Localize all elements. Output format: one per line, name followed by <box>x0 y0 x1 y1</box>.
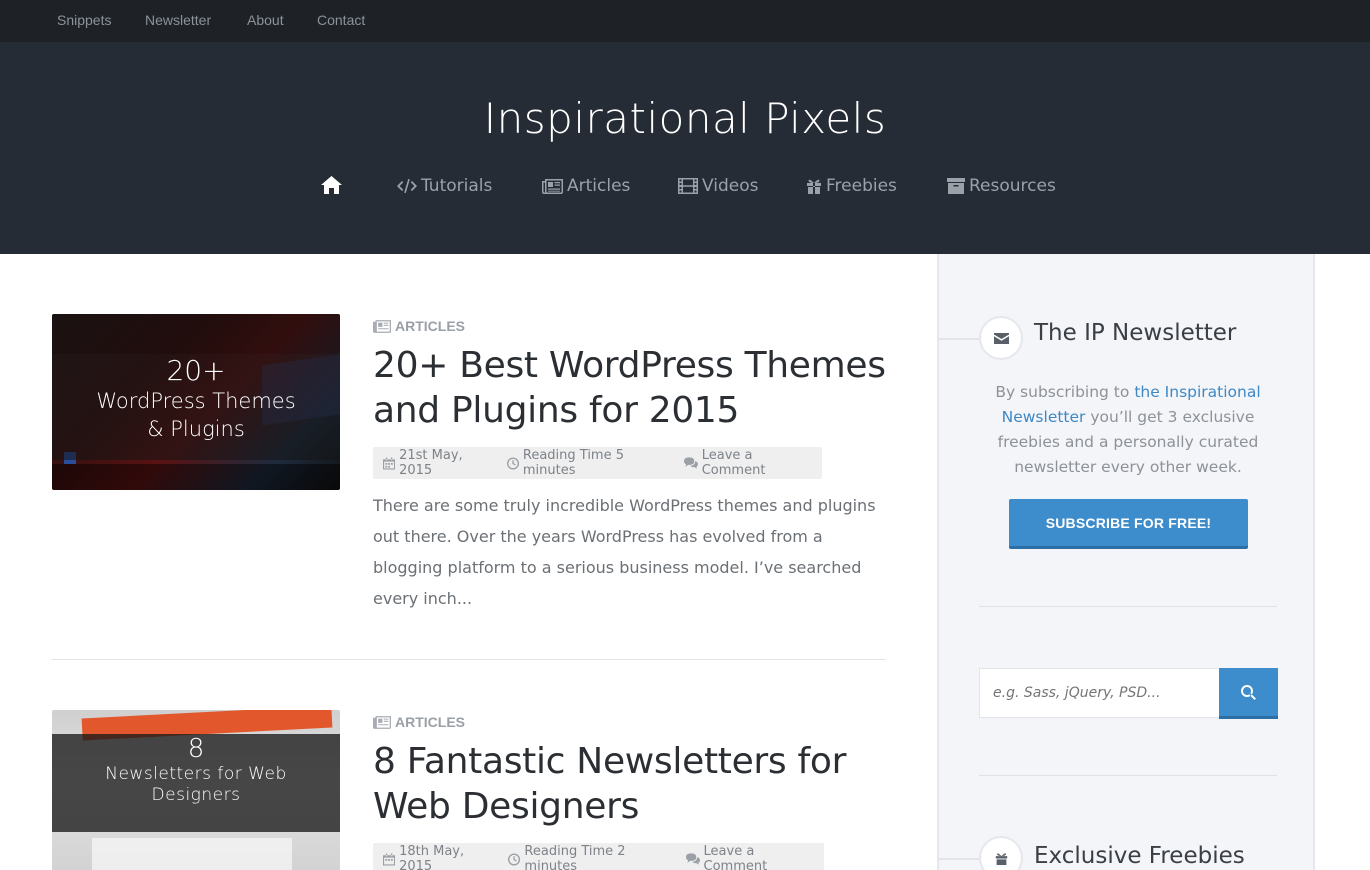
subscribe-button[interactable]: SUBSCRIBE FOR FREE! <box>1009 499 1248 549</box>
archive-icon <box>947 178 965 194</box>
post-reading-time: Reading Time 2 minutes <box>508 844 671 870</box>
thumbnail-caption-line: WordPress Themes <box>96 389 296 413</box>
code-icon <box>397 179 417 193</box>
search-input[interactable] <box>979 668 1219 718</box>
newspaper-icon <box>373 715 391 729</box>
post-divider <box>52 659 886 660</box>
post-excerpt: There are some truly incredible WordPres… <box>373 496 876 608</box>
thumbnail-caption-big: 8 <box>187 734 205 764</box>
post-comment-text: Leave a Comment <box>701 448 766 478</box>
thumbnail-backdrop <box>92 838 292 870</box>
comments-icon <box>685 853 700 865</box>
comments-icon <box>683 457 698 469</box>
post-date: 18th May, 2015 <box>383 844 494 870</box>
widget-connector <box>939 858 979 860</box>
newsletter-heading: The IP Newsletter <box>1034 320 1237 346</box>
post-reading-time-text: Reading Time 5 minutes <box>522 448 624 478</box>
thumbnail-caption-line: Newsletters for Web <box>105 764 287 784</box>
widget-connector <box>939 338 979 340</box>
nav-tutorials[interactable]: Tutorials <box>397 176 492 196</box>
nav-resources[interactable]: Resources <box>947 176 1056 196</box>
post-comment-text: Leave a Comment <box>703 844 768 870</box>
search-button[interactable] <box>1219 668 1278 719</box>
topbar-link-newsletter[interactable]: Newsletter <box>145 12 211 28</box>
site-header: Inspirational Pixels Tutorials Articles … <box>0 42 1370 254</box>
widget-separator <box>979 775 1277 776</box>
widget-icon-badge <box>979 316 1023 360</box>
nav-videos[interactable]: Videos <box>678 176 759 196</box>
post-meta: 18th May, 2015 Reading Time 2 minutes Le… <box>373 843 824 870</box>
nav-resources-label: Resources <box>969 176 1056 196</box>
clock-icon <box>506 456 519 469</box>
post-comment-link[interactable]: Leave a Comment <box>683 448 812 478</box>
clock-icon <box>508 852 521 865</box>
thumbnail-caption-big: 20+ <box>166 354 226 387</box>
post-date-text: 21st May, 2015 <box>399 448 463 478</box>
nav-tutorials-label: Tutorials <box>421 176 493 196</box>
home-icon <box>321 176 342 194</box>
newspaper-icon <box>542 178 563 194</box>
nav-articles[interactable]: Articles <box>542 176 630 196</box>
post-category[interactable]: ARTICLES <box>373 714 465 730</box>
post-thumbnail[interactable]: 8 Newsletters for Web Designers <box>52 710 340 870</box>
post-meta: 21st May, 2015 Reading Time 5 minutes Le… <box>373 447 822 479</box>
newsletter-description: By subscribing to the Inspirational News… <box>979 380 1277 480</box>
nav-videos-label: Videos <box>702 176 759 196</box>
widget-icon-badge <box>979 836 1023 870</box>
film-icon <box>678 178 698 194</box>
post-reading-time: Reading Time 5 minutes <box>506 448 670 478</box>
thumbnail-backdrop <box>52 464 340 490</box>
calendar-icon <box>383 456 396 470</box>
post-title[interactable]: 8 Fantastic Newsletters for Web Designer… <box>373 739 893 829</box>
thumbnail-backdrop <box>52 314 340 354</box>
thumbnail-caption-line: Designers <box>151 785 241 805</box>
post-comment-link[interactable]: Leave a Comment <box>685 844 814 870</box>
post-category-label: ARTICLES <box>395 318 465 334</box>
gift-icon <box>807 179 821 194</box>
post-category-label: ARTICLES <box>395 714 465 730</box>
thumbnail-caption: 8 Newsletters for Web Designers <box>52 734 340 832</box>
site-title[interactable]: Inspirational Pixels <box>0 94 1370 143</box>
thumbnail-caption: 20+ WordPress Themes & Plugins <box>52 354 340 460</box>
topbar-link-snippets[interactable]: Snippets <box>57 12 111 28</box>
freebies-heading: Exclusive Freebies <box>1034 843 1245 869</box>
search-icon <box>1241 684 1256 700</box>
calendar-icon <box>383 852 396 866</box>
widget-separator <box>979 606 1277 607</box>
thumbnail-caption-line: & Plugins <box>147 417 245 441</box>
post-reading-time-text: Reading Time 2 minutes <box>524 844 626 870</box>
topbar-link-contact[interactable]: Contact <box>317 12 365 28</box>
post-title[interactable]: 20+ Best WordPress Themes and Plugins fo… <box>373 343 893 433</box>
post-date: 21st May, 2015 <box>383 448 493 478</box>
topbar-link-about[interactable]: About <box>247 12 284 28</box>
nav-freebies[interactable]: Freebies <box>806 176 897 196</box>
envelope-icon <box>993 332 1009 344</box>
post-date-text: 18th May, 2015 <box>399 844 465 870</box>
nav-articles-label: Articles <box>567 176 631 196</box>
nav-freebies-label: Freebies <box>826 176 897 196</box>
newspaper-icon <box>373 319 391 333</box>
newsletter-text-before: By subscribing to <box>995 383 1135 401</box>
top-bar: Snippets Newsletter About Contact <box>0 0 1370 42</box>
sidebar: The IP Newsletter By subscribing to the … <box>937 254 1315 870</box>
post-category[interactable]: ARTICLES <box>373 318 465 334</box>
post-thumbnail[interactable]: 20+ WordPress Themes & Plugins <box>52 314 340 490</box>
gift-icon <box>995 852 1007 865</box>
nav-home[interactable] <box>321 176 342 194</box>
